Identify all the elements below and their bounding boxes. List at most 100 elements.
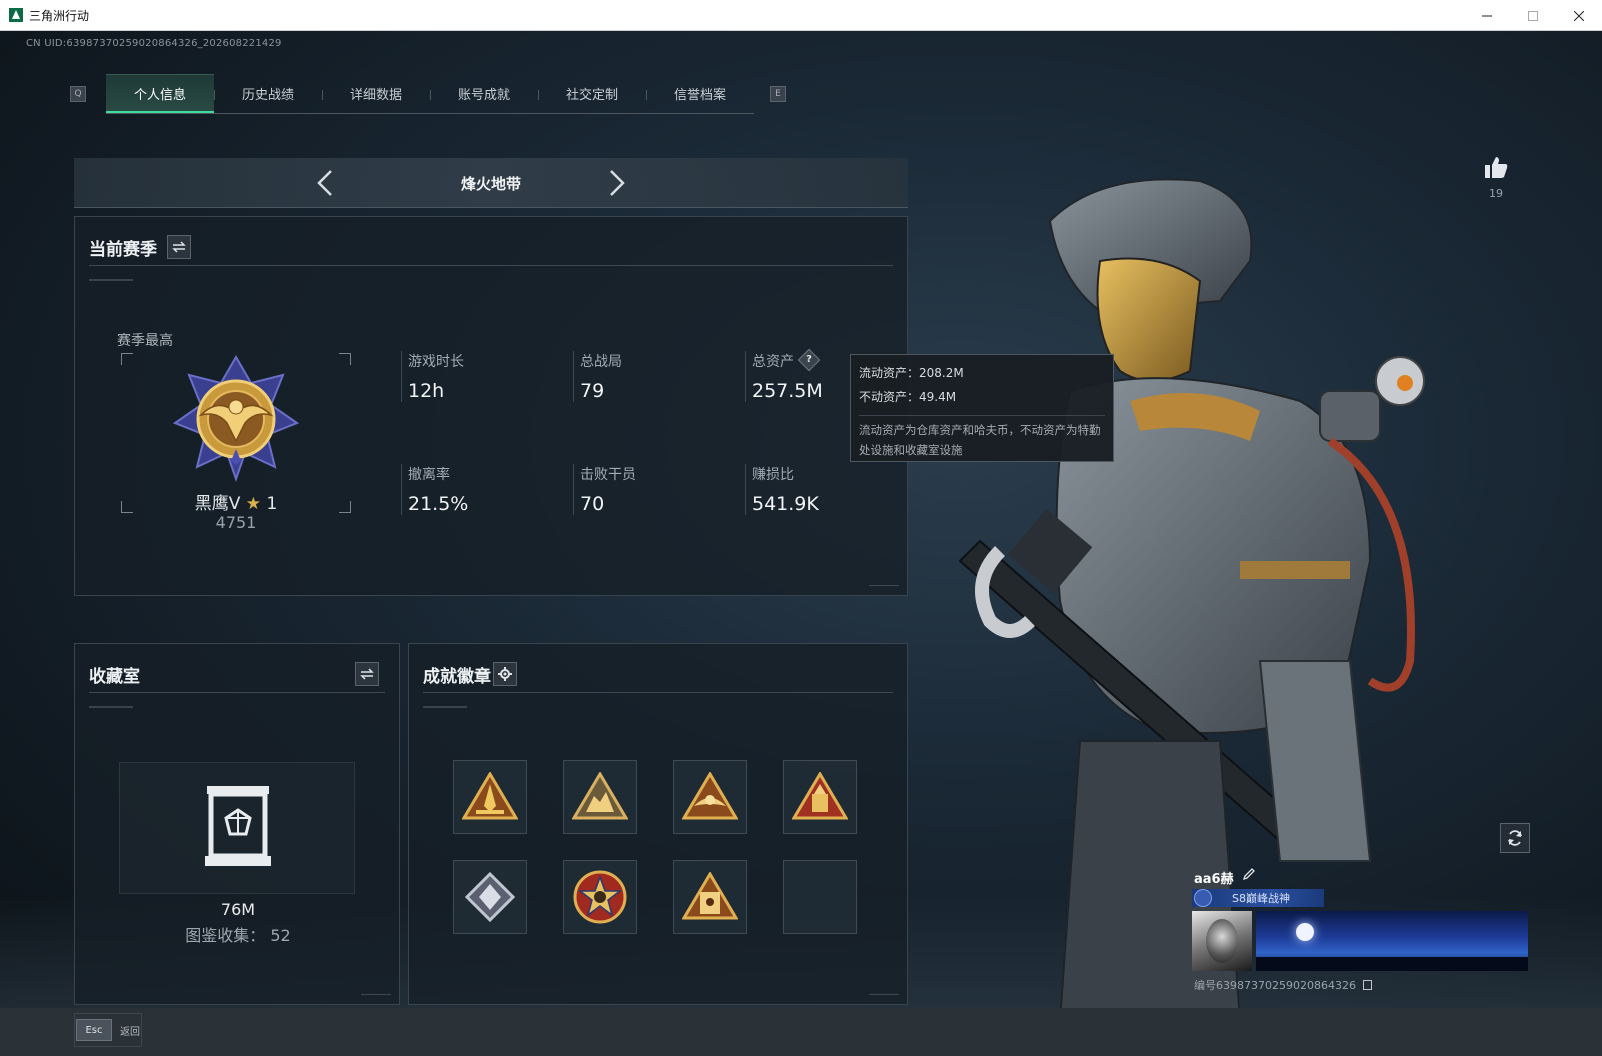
badge-slot[interactable] xyxy=(563,760,637,834)
assets-tooltip: 流动资产：208.2M 不动资产：49.4M 流动资产为仓库资产和哈夫币，不动资… xyxy=(850,354,1114,462)
divider-accent xyxy=(423,706,467,708)
help-icon[interactable]: ? xyxy=(798,348,821,372)
divider-accent xyxy=(89,279,133,281)
chevron-right-icon[interactable] xyxy=(604,169,628,197)
stat-value: 70 xyxy=(580,493,605,515)
copy-icon[interactable] xyxy=(1363,980,1373,990)
panel-corner-deco xyxy=(869,585,899,591)
window-title: 三角洲行动 xyxy=(29,8,90,23)
divider xyxy=(89,265,893,266)
badge-slot[interactable] xyxy=(783,760,857,834)
fixed-assets: 不动资产：49.4M xyxy=(859,390,957,404)
count-label: 图鉴收集： xyxy=(185,926,266,945)
stat-label: 撤离率 xyxy=(408,467,450,483)
gold-triangle-rocket-badge-icon xyxy=(462,772,518,820)
rank-name: 黑鹰V ★ 1 xyxy=(75,489,397,514)
profile-card: aa6赫 S8巅峰战神 编号639873702590208643​26 xyxy=(1190,863,1528,1003)
count-value: 52 xyxy=(270,926,291,945)
badges-settings-button[interactable] xyxy=(493,662,517,686)
collection-title: 收藏室 xyxy=(89,667,140,687)
like-count: 19 xyxy=(1489,187,1503,200)
stat-total-assets: 总资产 ? 257.5M xyxy=(745,348,823,402)
rank-name-text: 黑鹰V xyxy=(194,494,241,514)
panel-corner-deco xyxy=(869,994,899,1000)
stat-value: 257.5M xyxy=(752,380,823,402)
bottom-bar xyxy=(0,1008,1602,1056)
tab-reputation[interactable]: 信誉档案 xyxy=(646,74,754,113)
window-controls xyxy=(1464,0,1602,31)
rank-score: 4751 xyxy=(215,513,257,532)
rank-star-count: 1 xyxy=(266,494,278,514)
gold-triangle-wings-badge-icon xyxy=(682,772,738,820)
minimize-button[interactable] xyxy=(1464,0,1510,31)
game-stage: CN UID:639873702590208643​26_20260822142… xyxy=(0,31,1602,1056)
badge-slot[interactable] xyxy=(453,860,527,934)
stat-label: 总战局 xyxy=(580,354,622,370)
gear-icon xyxy=(498,667,512,681)
thumbs-up-icon xyxy=(1485,157,1508,178)
collection-switch-button[interactable] xyxy=(355,662,379,686)
like-button[interactable]: 19 xyxy=(1480,155,1512,200)
stat-extract-rate: 撤离率 21.5% xyxy=(401,464,468,515)
gold-star-medal-badge-icon xyxy=(573,870,627,924)
maximize-button[interactable] xyxy=(1510,0,1556,31)
tab-personal-info[interactable]: 个人信息 xyxy=(106,74,214,113)
stat-kills: 击败干员 70 xyxy=(573,464,636,515)
stat-play-time: 游戏时长 12h xyxy=(401,351,464,402)
stat-value: 541.9K xyxy=(752,493,819,515)
badge-slot[interactable] xyxy=(563,860,637,934)
avatar[interactable] xyxy=(1192,911,1252,971)
refresh-icon xyxy=(1508,830,1522,846)
season-best-label: 赛季最高 xyxy=(117,333,173,349)
divider-accent xyxy=(89,706,133,708)
minimize-icon xyxy=(1482,15,1492,16)
tab-achievements[interactable]: 账号成就 xyxy=(430,74,538,113)
tab-social-custom[interactable]: 社交定制 xyxy=(538,74,646,113)
badges-title: 成就徽章 xyxy=(423,667,491,687)
badges-panel: 成就徽章 xyxy=(408,643,908,1005)
tab-bar: Q 个人信息 历史战绩 详细数据 账号成就 社交定制 信誉档案 E xyxy=(70,73,786,115)
stat-value: 12h xyxy=(408,380,445,402)
badge-slot[interactable] xyxy=(673,860,747,934)
tab-detailed-data[interactable]: 详细数据 xyxy=(322,74,430,113)
city-skyline xyxy=(1256,957,1528,971)
empty-badge-slot[interactable] xyxy=(783,860,857,934)
uid-text: CN UID:639873702590208643​26_20260822142… xyxy=(26,38,282,49)
stat-value: 79 xyxy=(580,380,605,402)
season-panel: 当前赛季 赛季最高 黑鹰V ★ 1 4751 游戏时长 12h 总战局 79 总… xyxy=(74,216,908,596)
close-button[interactable] xyxy=(1556,0,1602,31)
divider xyxy=(423,692,893,693)
back-button[interactable]: Esc 返回 xyxy=(76,1019,140,1041)
badge-slot[interactable] xyxy=(673,760,747,834)
stat-value: 21.5% xyxy=(408,493,469,515)
maximize-icon xyxy=(1528,10,1538,21)
badge-slot[interactable] xyxy=(453,760,527,834)
season-switch-button[interactable] xyxy=(167,235,191,259)
stat-label: 游戏时长 xyxy=(408,354,464,370)
display-case-icon xyxy=(205,786,271,866)
stat-label-text: 总资产 xyxy=(752,354,794,370)
collection-panel: 收藏室 76M 图鉴收集： 52 xyxy=(74,643,400,1005)
title-badge-text: S8巅峰战神 xyxy=(1232,892,1290,905)
swap-arrows-icon xyxy=(172,241,186,253)
star-icon: ★ xyxy=(245,494,262,514)
season-title: 当前赛季 xyxy=(89,240,157,260)
divider xyxy=(89,692,385,693)
map-selector: 烽火地带 xyxy=(74,158,908,208)
stat-profit-loss: 赚损比 541.9K xyxy=(745,464,819,515)
tab-history[interactable]: 历史战绩 xyxy=(214,74,322,113)
next-tab-key-hint[interactable]: E xyxy=(770,86,786,102)
pencil-edit-icon[interactable] xyxy=(1242,867,1256,881)
prev-tab-key-hint[interactable]: Q xyxy=(70,86,86,102)
title-emblem-icon xyxy=(1194,889,1212,907)
liquid-assets: 流动资产：208.2M xyxy=(859,366,964,380)
moon-icon xyxy=(1296,923,1314,941)
player-id-text: 编号639873702590208643​26 xyxy=(1194,979,1356,992)
gold-triangle-beast-badge-icon xyxy=(572,772,628,820)
gold-triangle-red-badge-icon xyxy=(792,772,848,820)
refresh-button[interactable] xyxy=(1500,823,1530,853)
panel-corner-deco xyxy=(361,994,391,1000)
window-titlebar: 三角洲行动 xyxy=(0,0,1602,31)
stat-label: 赚损比 xyxy=(752,467,794,483)
player-name: aa6赫 xyxy=(1194,872,1234,887)
